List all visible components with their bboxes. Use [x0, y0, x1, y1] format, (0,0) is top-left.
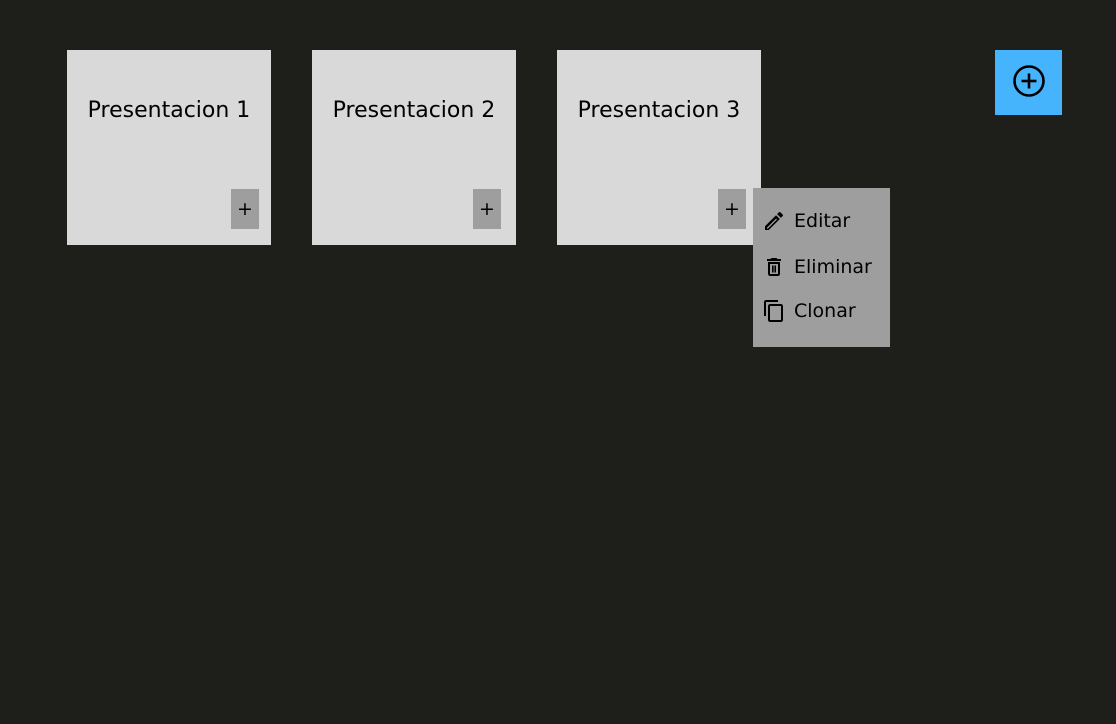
menu-item-label: Editar	[794, 210, 851, 232]
new-presentation-button[interactable]	[995, 50, 1062, 115]
pencil-icon	[762, 209, 786, 233]
menu-item-label: Clonar	[794, 300, 856, 322]
card-title: Presentacion 1	[87, 98, 251, 123]
plus-circle-icon	[1012, 64, 1046, 102]
trash-icon	[762, 255, 786, 279]
card-title: Presentacion 2	[332, 98, 496, 123]
presentation-card-2[interactable]: Presentacion 2 +	[312, 50, 516, 245]
card-options-button[interactable]: +	[718, 189, 746, 229]
card-options-button[interactable]: +	[231, 189, 259, 229]
context-menu: Editar Eliminar Clonar	[753, 188, 890, 347]
card-options-button[interactable]: +	[473, 189, 501, 229]
menu-item-delete[interactable]: Eliminar	[753, 249, 890, 285]
menu-item-label: Eliminar	[794, 256, 872, 278]
presentation-card-3[interactable]: Presentacion 3 +	[557, 50, 761, 245]
card-title: Presentacion 3	[577, 98, 741, 123]
menu-item-clone[interactable]: Clonar	[753, 293, 890, 329]
copy-icon	[762, 299, 786, 323]
presentation-card-1[interactable]: Presentacion 1 +	[67, 50, 271, 245]
menu-item-edit[interactable]: Editar	[753, 203, 890, 239]
